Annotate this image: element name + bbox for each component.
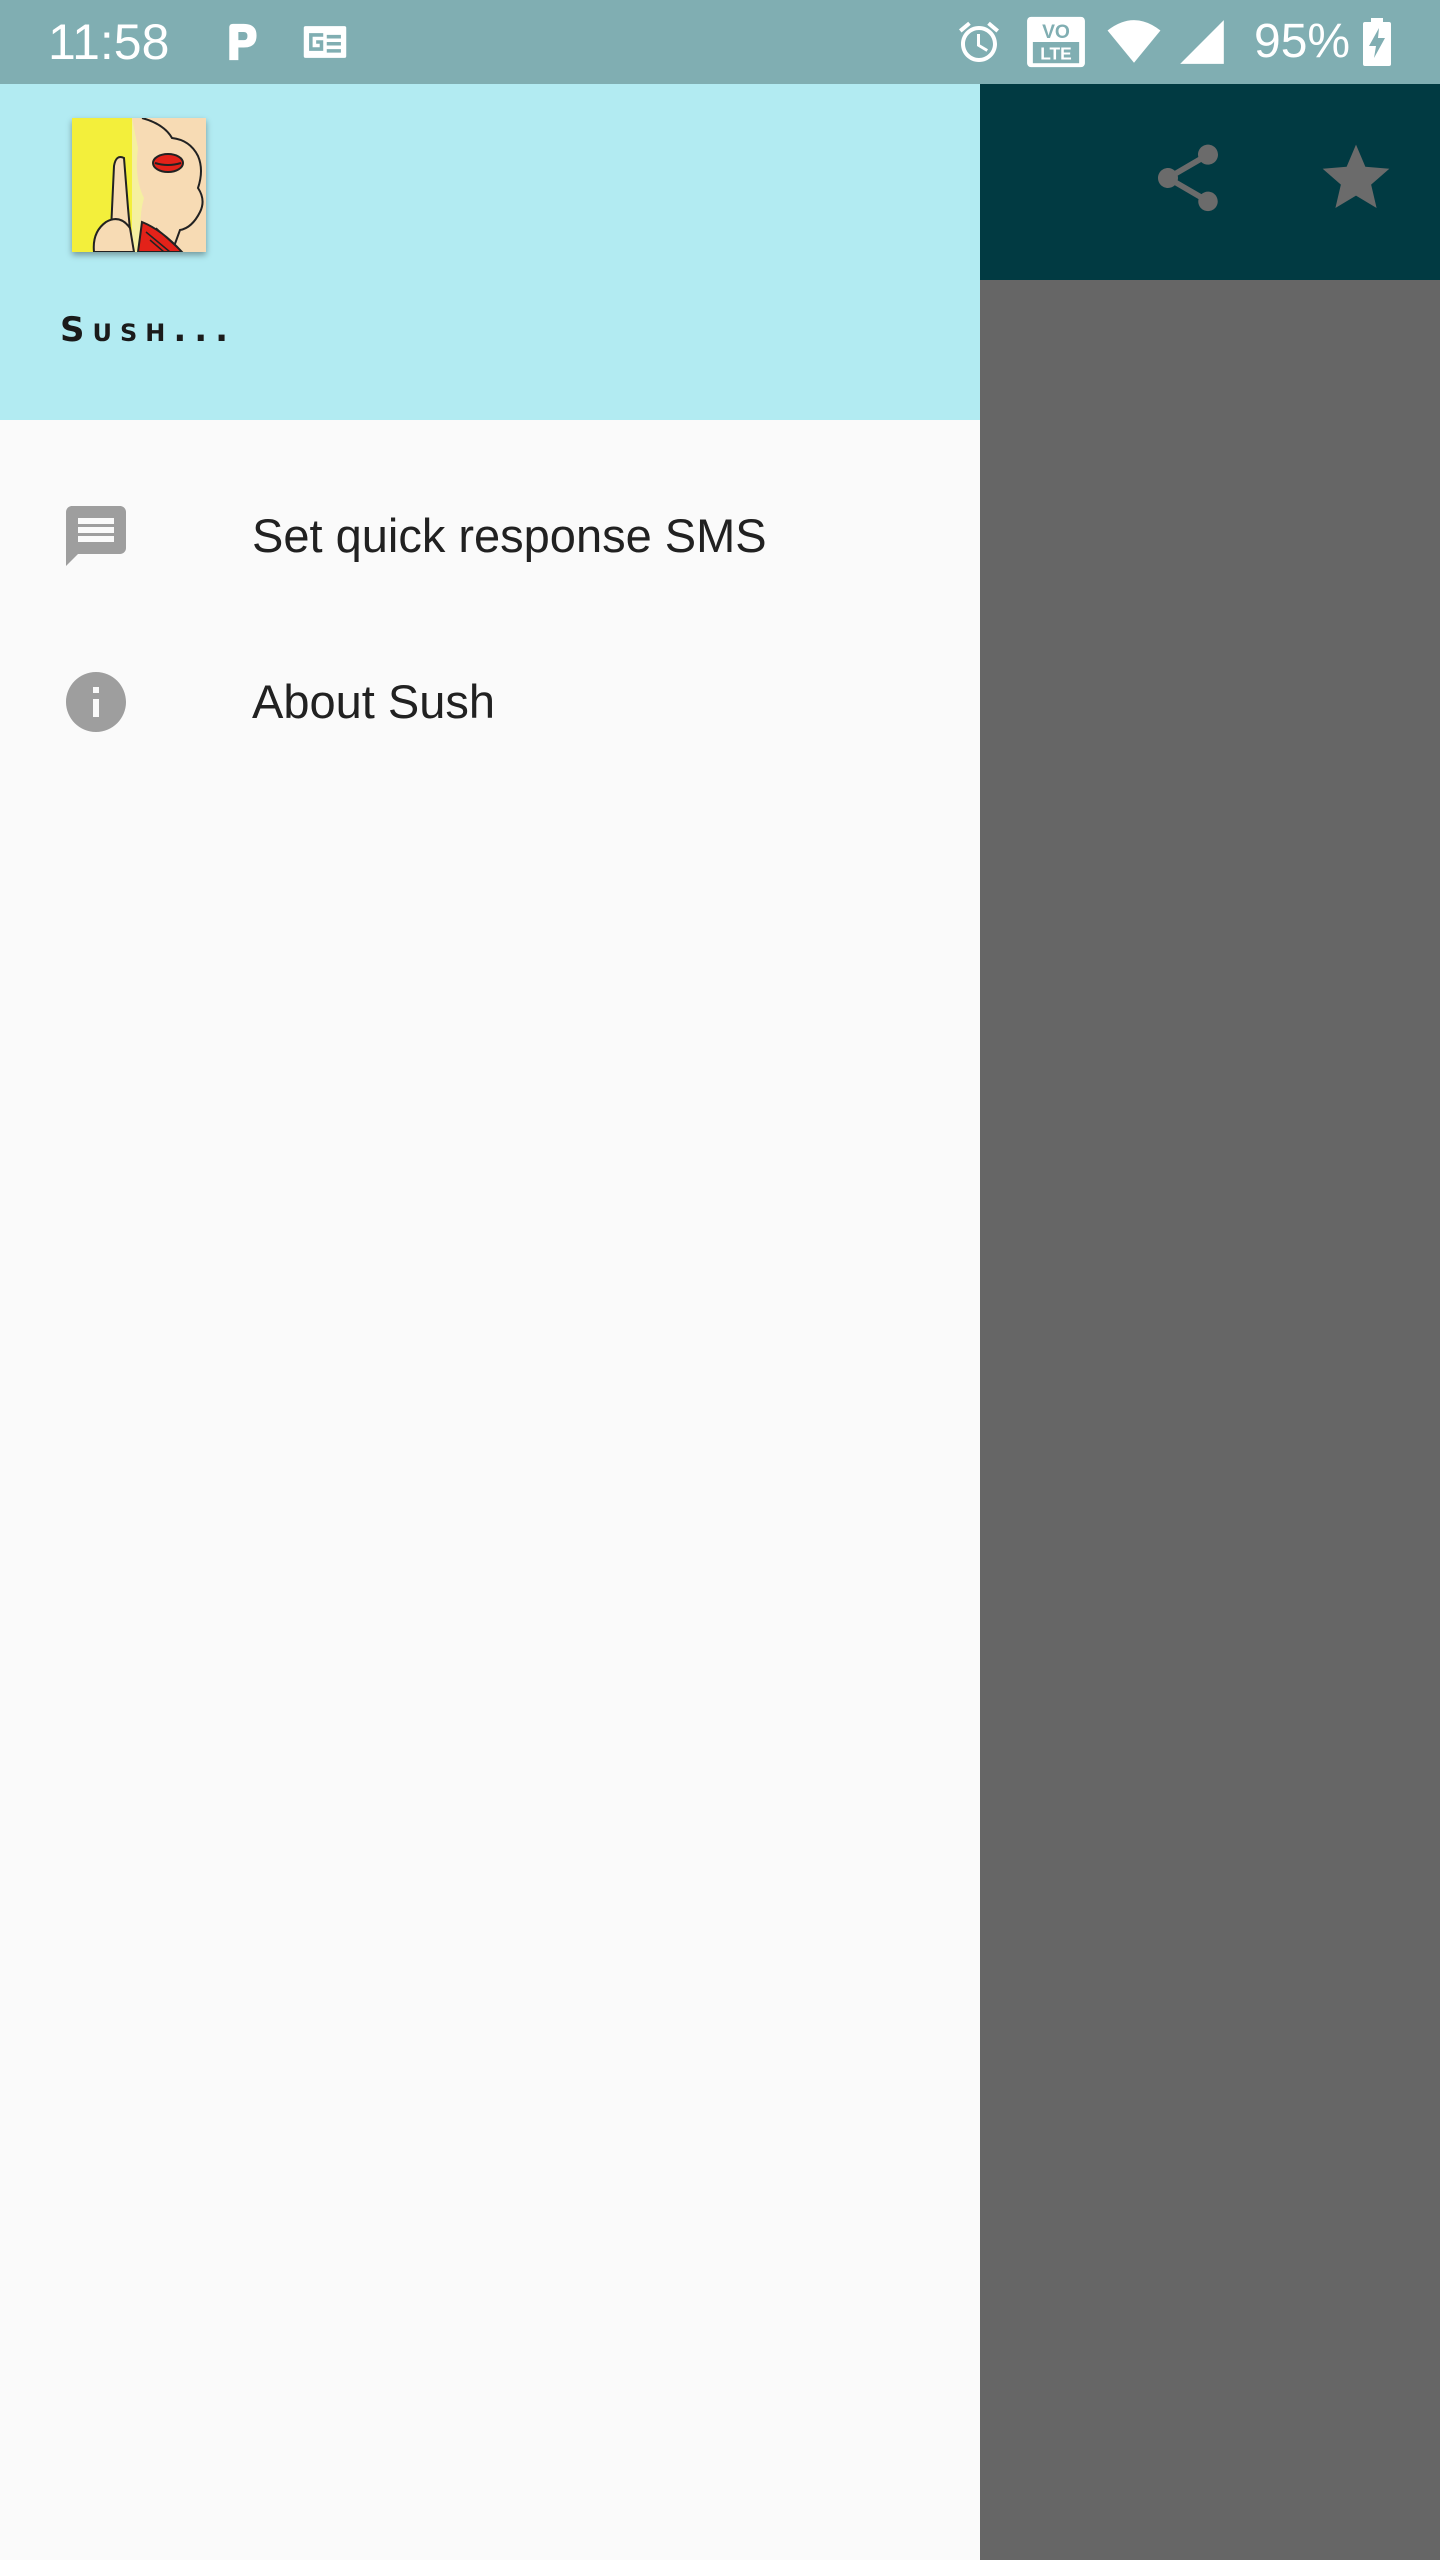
menu-item-about[interactable]: About Sush <box>0 620 980 780</box>
volte-icon: VO LTE <box>1024 14 1088 70</box>
menu-item-label: About Sush <box>252 675 496 728</box>
screen: 11:58 VO LTE 95% Sush... Set quick respo… <box>0 0 1440 2560</box>
drawer-app-name: Sush... <box>60 310 237 350</box>
signal-icon <box>1176 18 1228 66</box>
status-time: 11:58 <box>48 14 170 70</box>
status-bar: 11:58 VO LTE 95% <box>0 0 1440 84</box>
share-icon <box>1158 144 1218 212</box>
share-button[interactable] <box>1140 130 1236 226</box>
navigation-drawer: Sush... Set quick response SMS About Sus… <box>0 0 980 2560</box>
battery-percent: 95% <box>1254 15 1351 68</box>
message-icon <box>60 500 132 572</box>
news-icon <box>300 18 350 66</box>
favorite-button[interactable] <box>1308 130 1404 226</box>
wifi-icon <box>1104 18 1164 66</box>
battery-charging-icon <box>1360 16 1394 68</box>
parking-icon <box>220 18 264 66</box>
menu-item-label: Set quick response SMS <box>252 509 767 562</box>
volte-bottom-text: LTE <box>1040 43 1071 63</box>
star-icon <box>1322 144 1390 208</box>
alarm-icon <box>953 16 1005 68</box>
info-icon <box>60 666 132 738</box>
volte-top-text: VO <box>1042 22 1070 43</box>
app-logo <box>72 117 206 253</box>
menu-item-quick-response-sms[interactable]: Set quick response SMS <box>0 454 980 614</box>
